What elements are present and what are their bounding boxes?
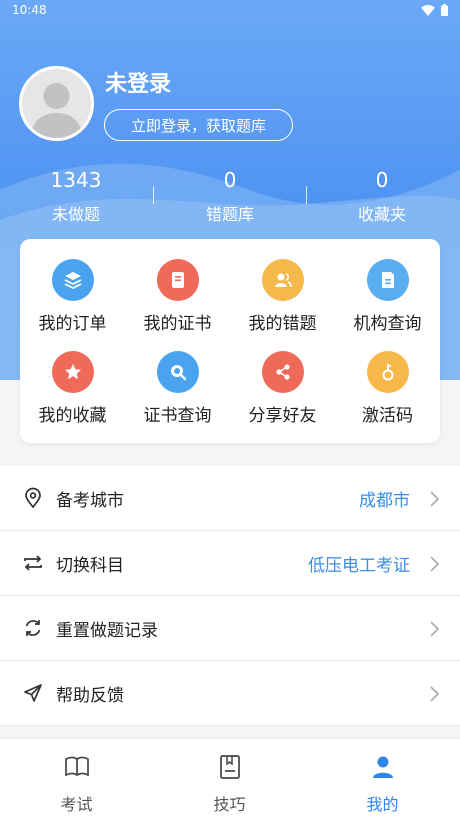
stat-label: 错题库 bbox=[205, 205, 254, 224]
grid-item-wrong-questions[interactable]: 我的错题 bbox=[230, 259, 335, 351]
menu-value: 成都市 bbox=[359, 490, 410, 511]
book-icon bbox=[64, 756, 89, 777]
menu-item-reset-records[interactable]: 重置做题记录 bbox=[0, 596, 460, 661]
key-icon bbox=[366, 351, 409, 393]
stat-divider bbox=[153, 186, 154, 204]
menu-label: 重置做题记录 bbox=[56, 620, 158, 641]
stats-row: 1343 未做题 0 错题库 0 收藏夹 bbox=[0, 166, 460, 230]
notebook-icon bbox=[219, 755, 240, 779]
wifi-icon bbox=[421, 4, 435, 16]
grid-item-orders[interactable]: 我的订单 bbox=[20, 259, 125, 351]
grid-label: 激活码 bbox=[362, 406, 413, 426]
chevron-right-icon bbox=[430, 491, 440, 507]
send-icon bbox=[24, 684, 42, 702]
menu-label: 帮助反馈 bbox=[56, 685, 124, 706]
refresh-icon bbox=[25, 620, 41, 636]
stat-value: 0 bbox=[223, 168, 237, 192]
grid-label: 我的证书 bbox=[143, 314, 212, 334]
chevron-right-icon bbox=[430, 621, 440, 637]
document-icon bbox=[366, 259, 409, 301]
status-icons bbox=[421, 4, 448, 16]
stat-value: 1343 bbox=[50, 168, 102, 192]
menu-label: 切换科目 bbox=[56, 555, 124, 576]
bottom-tab-bar: 考试 技巧 我的 bbox=[0, 738, 460, 819]
chevron-right-icon bbox=[430, 556, 440, 572]
grid-label: 证书查询 bbox=[143, 406, 212, 426]
grid-label: 我的收藏 bbox=[38, 406, 107, 426]
stat-label: 收藏夹 bbox=[357, 205, 406, 224]
chevron-right-icon bbox=[430, 686, 440, 702]
people-icon bbox=[261, 259, 304, 301]
grid-item-certificates[interactable]: 我的证书 bbox=[125, 259, 230, 351]
stat-label: 未做题 bbox=[51, 205, 100, 224]
stat-favorites[interactable]: 0 收藏夹 bbox=[306, 166, 458, 226]
tab-mine[interactable]: 我的 bbox=[306, 739, 459, 819]
grid-item-institution-query[interactable]: 机构查询 bbox=[335, 259, 440, 351]
tab-tips[interactable]: 技巧 bbox=[153, 739, 306, 819]
grid-label: 我的错题 bbox=[248, 314, 317, 334]
avatar[interactable] bbox=[19, 66, 94, 141]
search-icon bbox=[156, 351, 199, 393]
certificate-icon bbox=[156, 259, 199, 301]
login-button[interactable]: 立即登录，获取题库 bbox=[104, 109, 293, 141]
grid-item-certificate-query[interactable]: 证书查询 bbox=[125, 351, 230, 443]
grid-item-favorites[interactable]: 我的收藏 bbox=[20, 351, 125, 443]
grid-item-share[interactable]: 分享好友 bbox=[230, 351, 335, 443]
tab-label: 我的 bbox=[366, 795, 399, 814]
status-bar: 10:48 bbox=[0, 0, 460, 22]
grid-label: 分享好友 bbox=[248, 406, 317, 426]
stat-unanswered[interactable]: 1343 未做题 bbox=[0, 166, 152, 226]
share-icon bbox=[261, 351, 304, 393]
user-name: 未登录 bbox=[105, 72, 172, 97]
user-icon bbox=[372, 756, 393, 778]
stat-wrong[interactable]: 0 错题库 bbox=[154, 166, 306, 226]
status-time: 10:48 bbox=[12, 3, 47, 17]
feature-grid: 我的订单 我的证书 我的错题 机构查询 我的收藏 证书查询 分享好友 激活码 bbox=[20, 239, 440, 443]
tab-label: 技巧 bbox=[213, 795, 246, 814]
layers-icon bbox=[51, 259, 94, 301]
star-icon bbox=[51, 351, 94, 393]
stat-divider bbox=[306, 186, 307, 204]
tab-label: 考试 bbox=[60, 795, 93, 814]
grid-label: 我的订单 bbox=[38, 314, 107, 334]
battery-icon bbox=[441, 4, 448, 16]
menu-label: 备考城市 bbox=[56, 490, 124, 511]
switch-arrows-icon bbox=[24, 555, 42, 571]
menu-item-help-feedback[interactable]: 帮助反馈 bbox=[0, 661, 460, 726]
menu-item-switch-subject[interactable]: 切换科目 低压电工考证 bbox=[0, 531, 460, 596]
menu-item-exam-city[interactable]: 备考城市 成都市 bbox=[0, 466, 460, 531]
stat-value: 0 bbox=[375, 168, 389, 192]
settings-menu: 备考城市 成都市 切换科目 低压电工考证 重置做题记录 帮助反馈 bbox=[0, 466, 460, 726]
location-pin-icon bbox=[25, 487, 41, 509]
grid-item-activation-code[interactable]: 激活码 bbox=[335, 351, 440, 443]
menu-value: 低压电工考证 bbox=[308, 555, 410, 576]
grid-label: 机构查询 bbox=[353, 314, 422, 334]
tab-exam[interactable]: 考试 bbox=[0, 739, 153, 819]
